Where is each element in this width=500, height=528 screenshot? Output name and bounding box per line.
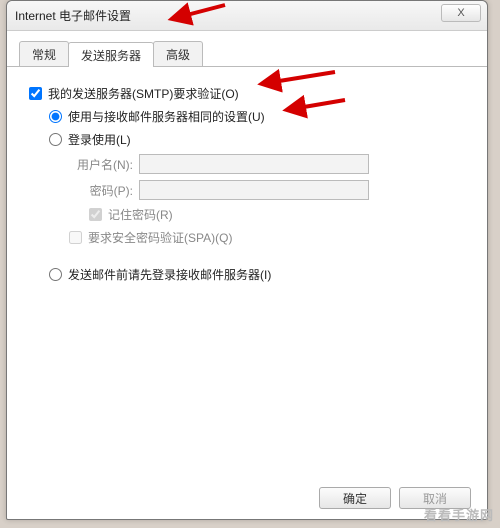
remember-password-label: 记住密码(R) (108, 206, 173, 223)
tab-content: 我的发送服务器(SMTP)要求验证(O) 使用与接收邮件服务器相同的设置(U) … (7, 67, 487, 299)
title-bar: Internet 电子邮件设置 X (7, 1, 487, 31)
spa-label: 要求安全密码验证(SPA)(Q) (88, 229, 232, 246)
remember-password-checkbox[interactable] (89, 208, 102, 221)
close-button[interactable]: X (441, 4, 481, 22)
login-using-row: 登录使用(L) (49, 131, 465, 148)
username-row: 用户名(N): (69, 154, 465, 174)
tab-general[interactable]: 常规 (19, 41, 69, 66)
smtp-auth-checkbox[interactable] (29, 87, 42, 100)
close-icon: X (457, 7, 464, 19)
window-title: Internet 电子邮件设置 (15, 7, 131, 24)
username-input[interactable] (139, 154, 369, 174)
watermark: 看看手游网 (424, 505, 494, 524)
use-same-settings-row: 使用与接收邮件服务器相同的设置(U) (49, 108, 465, 125)
login-first-label: 发送邮件前请先登录接收邮件服务器(I) (68, 266, 271, 283)
password-label: 密码(P): (69, 182, 139, 199)
smtp-auth-label: 我的发送服务器(SMTP)要求验证(O) (48, 85, 239, 102)
login-first-row: 发送邮件前请先登录接收邮件服务器(I) (49, 266, 465, 283)
spa-checkbox[interactable] (69, 231, 82, 244)
login-using-label: 登录使用(L) (68, 131, 131, 148)
dialog-window: Internet 电子邮件设置 X 常规 发送服务器 高级 我的发送服务器(SM… (6, 0, 488, 520)
tab-advanced[interactable]: 高级 (153, 41, 203, 66)
use-same-settings-radio[interactable] (49, 110, 62, 123)
username-label: 用户名(N): (69, 156, 139, 173)
login-using-radio[interactable] (49, 133, 62, 146)
remember-password-row: 记住密码(R) (89, 206, 465, 223)
ok-button[interactable]: 确定 (319, 487, 391, 509)
login-first-radio[interactable] (49, 268, 62, 281)
password-row: 密码(P): (69, 180, 465, 200)
spa-row: 要求安全密码验证(SPA)(Q) (69, 229, 465, 246)
tab-outgoing-server[interactable]: 发送服务器 (68, 42, 154, 67)
tab-strip: 常规 发送服务器 高级 (7, 39, 487, 67)
password-input[interactable] (139, 180, 369, 200)
use-same-settings-label: 使用与接收邮件服务器相同的设置(U) (68, 108, 265, 125)
smtp-auth-row: 我的发送服务器(SMTP)要求验证(O) (29, 85, 465, 102)
